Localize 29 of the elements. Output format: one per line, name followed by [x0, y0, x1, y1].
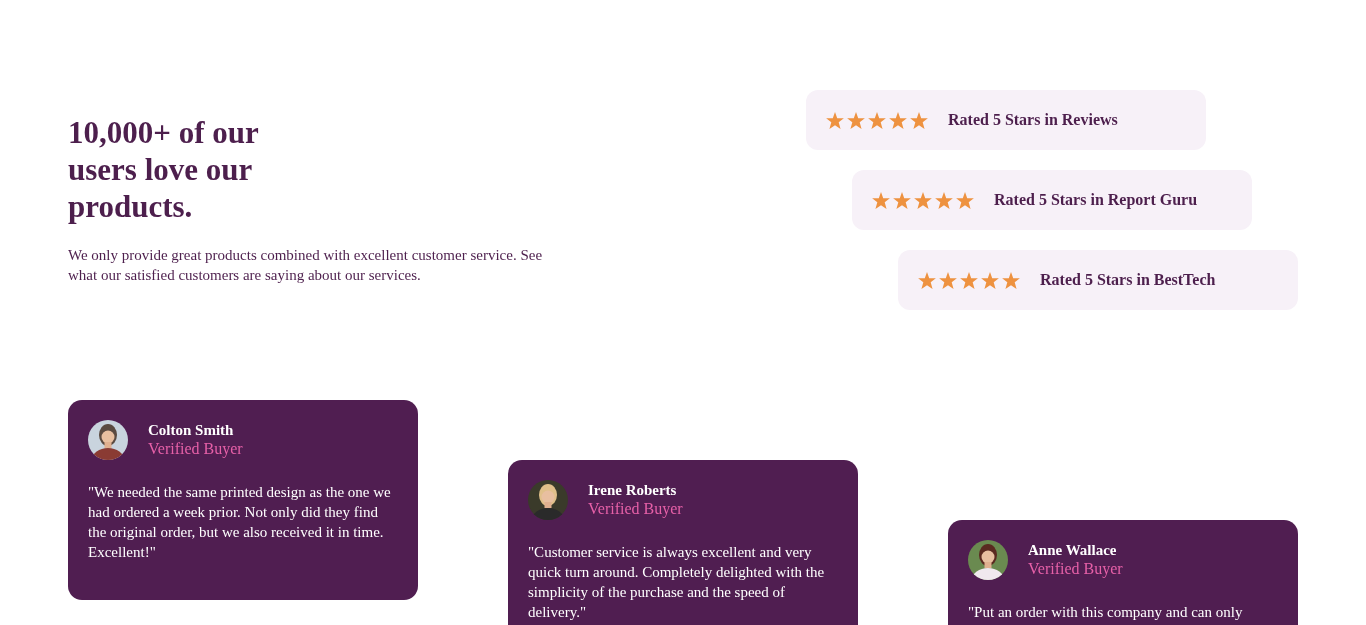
reviewer-role: Verified Buyer [588, 499, 683, 519]
star-icon [868, 111, 886, 129]
heading: 10,000+ of our users love our products. [68, 114, 260, 225]
star-icon [893, 191, 911, 209]
testimonial-quote: "We needed the same printed design as the one we had ordered a week prior. Not only did they find the original order, but we also received it in time. Excellent!" [88, 483, 392, 562]
star-icon [935, 191, 953, 209]
reviewer-name: Irene Roberts [588, 481, 678, 499]
rating-label: Rated 5 Stars in BestTech [1040, 271, 1216, 289]
rating-label: Rated 5 Stars in Reviews [948, 111, 1118, 129]
reviewer-role: Verified Buyer [1028, 559, 1123, 579]
star-icon [918, 271, 936, 289]
star-icon [914, 191, 932, 209]
star-icon [910, 111, 928, 129]
reviewer-role: Verified Buyer [148, 439, 243, 459]
star-icon [826, 111, 844, 129]
star-icon [939, 271, 957, 289]
star-icon [960, 271, 978, 289]
star-icon [872, 191, 890, 209]
reviewer-name: Anne Wallace [1028, 541, 1118, 559]
star-icon [1002, 271, 1020, 289]
rating-label: Rated 5 Stars in Report Guru [994, 191, 1198, 209]
intro-text: We only provide great products combined with excellent customer service. See what our satisfied customers are saying about our services. [68, 246, 544, 285]
star-icon [956, 191, 974, 209]
star-icon [889, 111, 907, 129]
reviewer-name: Colton Smith [148, 421, 235, 439]
star-icon [981, 271, 999, 289]
testimonial-quote: "Customer service is always excellent and very quick turn around. Completely delighted with the simplicity of the purchase and the speed of delivery." [528, 543, 826, 622]
testimonial-quote: "Put an order with this company and can only [968, 603, 1244, 622]
star-icon [847, 111, 865, 129]
